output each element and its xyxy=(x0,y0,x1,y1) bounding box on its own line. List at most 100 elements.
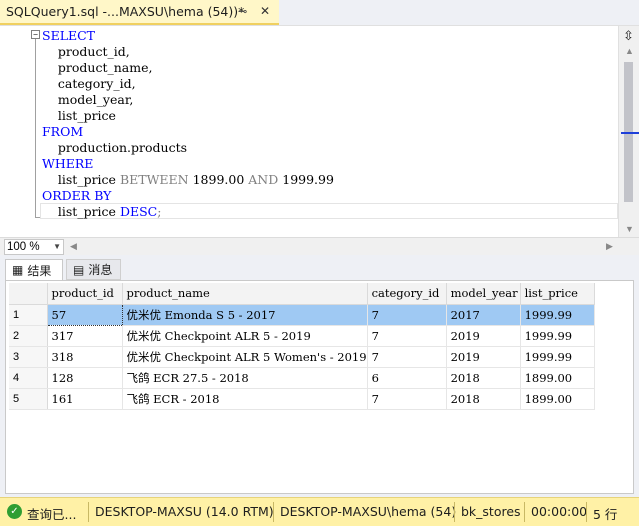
divider xyxy=(524,502,525,522)
sql-text: model_year, xyxy=(42,92,134,107)
table-row[interactable]: 2 317 优米优 Checkpoint ALR 5 - 2019 7 2019… xyxy=(9,325,595,347)
code-line[interactable]: list_price BETWEEN 1899.00 AND 1999.99 xyxy=(42,172,334,188)
table-cell[interactable]: 优米优 Emonda S 5 - 2017 xyxy=(122,304,368,326)
table-cell[interactable]: 优米优 Checkpoint ALR 5 - 2019 xyxy=(122,325,368,347)
query-tab[interactable]: SQLQuery1.sql -...MAXSU\hema (54))* ⊸ ✕ xyxy=(0,0,279,25)
zoom-value: 100 % xyxy=(7,241,40,253)
sql-text: list_price xyxy=(42,172,120,187)
zoom-bar: 100 % ▼ ◀ ▶ xyxy=(0,237,639,255)
results-grid[interactable]: product_id product_name category_id mode… xyxy=(5,280,634,494)
table-cell[interactable]: 飞鸽 ECR 27.5 - 2018 xyxy=(122,367,368,389)
results-tab-strip: ▦ 结果 ▤ 消息 xyxy=(0,258,639,280)
document-tab-strip: SQLQuery1.sql -...MAXSU\hema (54))* ⊸ ✕ xyxy=(0,0,639,25)
column-header[interactable]: category_id xyxy=(367,283,447,305)
status-state: 查询已... xyxy=(27,507,77,522)
table-cell[interactable]: 7 xyxy=(367,325,447,347)
editor-vertical-scrollbar[interactable]: ⇳ ▲ ▼ xyxy=(618,26,639,238)
table-row[interactable]: 3 318 优米优 Checkpoint ALR 5 Women's - 201… xyxy=(9,346,595,368)
collapse-icon[interactable]: − xyxy=(31,30,40,39)
editor-gutter xyxy=(0,26,26,238)
row-number[interactable]: 5 xyxy=(9,388,48,410)
caret-position-marker xyxy=(621,132,639,134)
code-line[interactable]: list_price xyxy=(42,108,334,124)
code-line[interactable]: model_year, xyxy=(42,92,334,108)
row-number[interactable]: 4 xyxy=(9,367,48,389)
code-line[interactable]: production.products xyxy=(42,140,334,156)
header-row: product_id product_name category_id mode… xyxy=(9,283,595,305)
table-cell[interactable]: 优米优 Checkpoint ALR 5 Women's - 2019 xyxy=(122,346,368,368)
status-server: DESKTOP-MAXSU (14.0 RTM) xyxy=(95,504,274,519)
sql-text: 1999.99 xyxy=(278,172,334,187)
sql-text: product_id, xyxy=(42,44,130,59)
scroll-left-icon[interactable]: ◀ xyxy=(70,241,77,252)
table-cell[interactable]: 1999.99 xyxy=(520,325,595,347)
tab-results[interactable]: ▦ 结果 xyxy=(5,259,63,280)
code-line[interactable]: SELECT xyxy=(42,28,334,44)
table-cell[interactable]: 1899.00 xyxy=(520,367,595,389)
table-cell[interactable]: 1999.99 xyxy=(520,346,595,368)
scroll-down-icon[interactable]: ▼ xyxy=(625,224,634,234)
scroll-right-icon[interactable]: ▶ xyxy=(606,241,613,252)
divider xyxy=(586,502,587,522)
sql-editor[interactable]: − SELECT product_id, product_name, categ… xyxy=(0,25,639,238)
sql-text: list_price xyxy=(42,204,120,219)
table-cell[interactable]: 2019 xyxy=(446,346,521,368)
table-row[interactable]: 5 161 飞鸽 ECR - 2018 7 2018 1899.00 xyxy=(9,388,595,410)
divider xyxy=(273,502,274,522)
table-cell[interactable]: 6 xyxy=(367,367,447,389)
table-row[interactable]: 1 57 优米优 Emonda S 5 - 2017 7 2017 1999.9… xyxy=(9,303,595,326)
code-line[interactable]: FROM xyxy=(42,124,334,140)
sql-text: 1899.00 xyxy=(188,172,249,187)
sql-keyword: DESC xyxy=(119,204,158,219)
row-number[interactable]: 1 xyxy=(9,304,48,326)
close-icon[interactable]: ✕ xyxy=(260,4,270,18)
table-cell[interactable]: 318 xyxy=(47,346,123,368)
zoom-select[interactable]: 100 % ▼ xyxy=(4,239,64,255)
code-text[interactable]: SELECT product_id, product_name, categor… xyxy=(42,28,334,220)
column-header[interactable]: product_name xyxy=(122,283,368,305)
table-cell[interactable]: 161 xyxy=(47,388,123,410)
status-rows: 5 行 xyxy=(593,507,618,522)
success-check-icon: ✓ xyxy=(7,504,22,519)
table-cell[interactable]: 317 xyxy=(47,325,123,347)
code-line[interactable]: list_price DESC; xyxy=(42,204,334,220)
table-cell[interactable]: 7 xyxy=(367,388,447,410)
status-user: DESKTOP-MAXSU\hema (54) xyxy=(280,504,457,519)
split-icon[interactable]: ⇳ xyxy=(623,28,634,44)
sql-keyword: WHERE xyxy=(42,156,94,171)
sql-keyword: SELECT xyxy=(42,28,96,43)
table-row[interactable]: 4 128 飞鸽 ECR 27.5 - 2018 6 2018 1899.00 xyxy=(9,367,595,389)
message-icon: ▤ xyxy=(73,262,85,277)
table-cell[interactable]: 2019 xyxy=(446,325,521,347)
code-line[interactable]: WHERE xyxy=(42,156,334,172)
sql-text: category_id, xyxy=(42,76,136,91)
table-cell[interactable]: 7 xyxy=(367,346,447,368)
tab-results-label: 结果 xyxy=(27,263,52,278)
table-cell[interactable]: 1999.99 xyxy=(520,304,595,326)
pin-icon[interactable]: ⊸ xyxy=(238,5,247,18)
column-header[interactable]: list_price xyxy=(520,283,595,305)
tab-messages[interactable]: ▤ 消息 xyxy=(66,259,121,280)
tab-messages-label: 消息 xyxy=(88,263,113,277)
code-line[interactable]: product_id, xyxy=(42,44,334,60)
column-header[interactable]: model_year xyxy=(446,283,521,305)
table-cell[interactable]: 2018 xyxy=(446,388,521,410)
table-cell[interactable]: 飞鸽 ECR - 2018 xyxy=(122,388,368,410)
corner-cell[interactable] xyxy=(9,283,48,305)
scroll-up-icon[interactable]: ▲ xyxy=(625,46,634,56)
table-cell[interactable]: 2017 xyxy=(446,304,521,326)
table-cell[interactable]: 7 xyxy=(367,304,447,326)
table-cell[interactable]: 57 xyxy=(46,303,123,326)
column-header[interactable]: product_id xyxy=(47,283,123,305)
table-cell[interactable]: 128 xyxy=(47,367,123,389)
table-cell[interactable]: 2018 xyxy=(446,367,521,389)
table-cell[interactable]: 1899.00 xyxy=(520,388,595,410)
sql-operator: ; xyxy=(157,204,162,219)
code-line[interactable]: ORDER BY xyxy=(42,188,334,204)
chevron-down-icon[interactable]: ▼ xyxy=(53,240,61,254)
row-number[interactable]: 2 xyxy=(9,325,48,347)
code-line[interactable]: category_id, xyxy=(42,76,334,92)
code-line[interactable]: product_name, xyxy=(42,60,334,76)
row-number[interactable]: 3 xyxy=(9,346,48,368)
fold-guide xyxy=(35,38,36,218)
